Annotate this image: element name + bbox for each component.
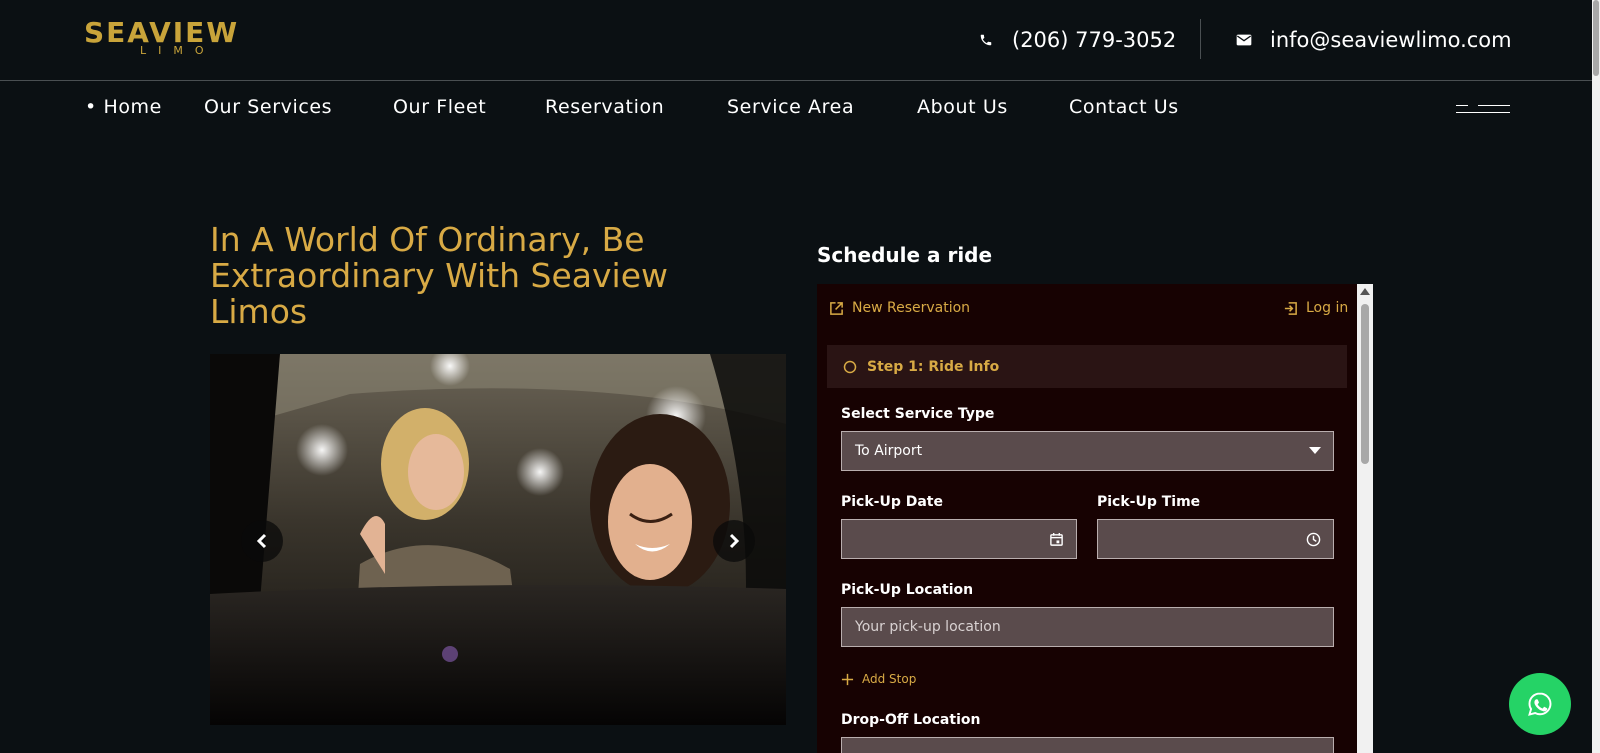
step-header[interactable]: Step 1: Ride Info bbox=[827, 345, 1347, 388]
caret-down-icon bbox=[1309, 447, 1321, 455]
nav-item-service-area[interactable]: Service Area bbox=[727, 92, 854, 122]
hero-photo bbox=[210, 354, 786, 725]
dropoff-location-label: Drop-Off Location bbox=[841, 712, 981, 728]
schedule-title: Schedule a ride bbox=[817, 243, 993, 267]
nav-item-reservation[interactable]: Reservation bbox=[545, 92, 664, 122]
add-stop-button[interactable]: Add Stop bbox=[841, 672, 916, 686]
phone-link[interactable]: (206) 779-3052 bbox=[974, 24, 1176, 56]
service-type-select[interactable]: To Airport bbox=[841, 431, 1334, 471]
pickup-time-label: Pick-Up Time bbox=[1097, 494, 1201, 510]
chevron-left-icon bbox=[256, 533, 268, 549]
new-reservation-link[interactable]: New Reservation bbox=[829, 300, 970, 316]
dropoff-location-input[interactable] bbox=[841, 737, 1334, 753]
hero-headline: In A World Of Ordinary, Be Extraordinary… bbox=[210, 220, 669, 331]
pickup-location-input[interactable]: Your pick-up location bbox=[841, 607, 1334, 647]
email-address: info@seaviewlimo.com bbox=[1270, 28, 1512, 52]
logo-sub-text: LIMO bbox=[140, 44, 216, 57]
login-label: Log in bbox=[1306, 300, 1349, 316]
email-link[interactable]: info@seaviewlimo.com bbox=[1232, 24, 1512, 56]
form-scrollbar-thumb[interactable] bbox=[1361, 304, 1369, 464]
scroll-up-arrow[interactable] bbox=[1360, 288, 1370, 295]
main-nav: • Home Our Services Our Fleet Reservatio… bbox=[0, 92, 1600, 126]
new-reservation-label: New Reservation bbox=[852, 300, 971, 316]
pickup-location-label: Pick-Up Location bbox=[841, 582, 974, 598]
login-icon bbox=[1283, 301, 1298, 316]
page-scrollbar-thumb[interactable] bbox=[1593, 0, 1599, 76]
step-label: Step 1: Ride Info bbox=[867, 358, 1000, 375]
hero-image-slider bbox=[210, 354, 786, 725]
whatsapp-button[interactable] bbox=[1509, 673, 1571, 735]
pickup-time-input[interactable] bbox=[1097, 519, 1334, 559]
slider-next-button[interactable] bbox=[713, 520, 755, 562]
pickup-date-input[interactable] bbox=[841, 519, 1077, 559]
contact-divider bbox=[1200, 19, 1201, 59]
logo[interactable]: SEAVIEW LIMO bbox=[84, 18, 284, 60]
page-scrollbar[interactable] bbox=[1592, 0, 1600, 753]
reservation-widget: New Reservation Log in Step 1: Ride Info… bbox=[817, 284, 1373, 753]
phone-number: (206) 779-3052 bbox=[1012, 28, 1177, 52]
slider-prev-button[interactable] bbox=[241, 520, 283, 562]
top-bar: SEAVIEW LIMO (206) 779-3052 info@seaview… bbox=[0, 0, 1600, 81]
plus-icon bbox=[841, 673, 854, 686]
menu-icon[interactable] bbox=[1456, 101, 1510, 115]
nav-item-our-fleet[interactable]: Our Fleet bbox=[393, 92, 486, 122]
login-link[interactable]: Log in bbox=[1283, 300, 1348, 316]
nav-item-about-us[interactable]: About Us bbox=[917, 92, 1008, 122]
add-stop-label: Add Stop bbox=[862, 672, 917, 686]
phone-icon bbox=[974, 33, 998, 47]
service-type-value: To Airport bbox=[855, 443, 923, 459]
pickup-date-label: Pick-Up Date bbox=[841, 494, 943, 510]
pickup-location-placeholder: Your pick-up location bbox=[855, 619, 1001, 635]
calendar-icon bbox=[1049, 532, 1064, 547]
circle-icon bbox=[843, 360, 857, 374]
mail-icon bbox=[1232, 34, 1256, 46]
clock-icon bbox=[1306, 532, 1321, 547]
whatsapp-icon bbox=[1526, 690, 1554, 718]
nav-item-home[interactable]: • Home bbox=[85, 92, 162, 122]
form-scrollbar[interactable] bbox=[1357, 284, 1373, 753]
chevron-right-icon bbox=[728, 533, 740, 549]
service-type-label: Select Service Type bbox=[841, 406, 995, 422]
nav-item-our-services[interactable]: Our Services bbox=[204, 92, 332, 122]
external-link-icon bbox=[829, 301, 844, 316]
nav-item-contact-us[interactable]: Contact Us bbox=[1069, 92, 1179, 122]
